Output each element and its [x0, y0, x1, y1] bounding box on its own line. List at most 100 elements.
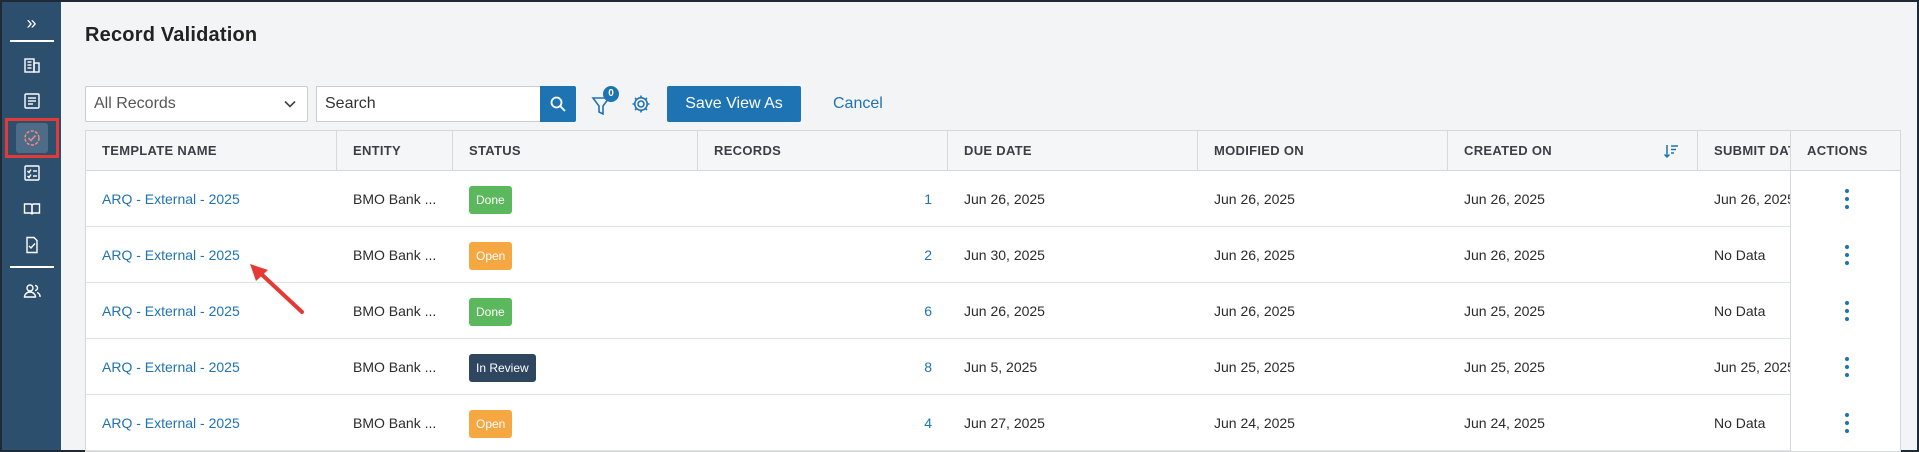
entity-cell: BMO Bank ... — [353, 247, 437, 263]
sidebar-divider — [10, 266, 54, 268]
book-icon — [23, 203, 40, 215]
status-cell: Done — [453, 171, 698, 227]
entity-cell: BMO Bank ... — [353, 191, 437, 207]
annotation-arrow — [250, 264, 304, 314]
status-cell: Done — [453, 283, 698, 339]
due-date-cell: Jun 5, 2025 — [964, 359, 1038, 375]
sidebar-item-list[interactable] — [2, 84, 61, 118]
submit-date-cell: Jun 25, 2025 — [1714, 359, 1790, 375]
records-count-link[interactable]: 6 — [698, 283, 948, 339]
column-header-records[interactable]: RECORDS — [698, 131, 948, 171]
modified-on-cell: Jun 26, 2025 — [1214, 191, 1295, 207]
sidebar-item-record-validation[interactable] — [16, 123, 48, 153]
entity-cell: BMO Bank ... — [353, 415, 437, 431]
validation-check-icon — [24, 130, 40, 146]
more-actions-icon[interactable] — [1837, 411, 1857, 435]
view-select[interactable]: All Records — [85, 86, 308, 122]
submit-date-cell: No Data — [1714, 415, 1766, 431]
created-on-cell: Jun 26, 2025 — [1464, 247, 1545, 263]
building-icon — [23, 58, 40, 73]
created-on-cell: Jun 25, 2025 — [1464, 359, 1545, 375]
status-cell: Open — [453, 395, 698, 451]
records-table: TEMPLATE NAME ENTITY STATUS RECORDS DUE … — [85, 130, 1901, 452]
column-header-template-name[interactable]: TEMPLATE NAME — [86, 131, 337, 171]
due-date-cell: Jun 26, 2025 — [964, 303, 1045, 319]
template-name-link[interactable]: ARQ - External - 2025 — [86, 339, 337, 395]
sort-descending-icon[interactable] — [1663, 143, 1679, 159]
sidebar-item-library[interactable] — [2, 192, 61, 226]
table-header: TEMPLATE NAME ENTITY STATUS RECORDS DUE … — [86, 131, 1900, 171]
more-actions-icon[interactable] — [1837, 187, 1857, 211]
sidebar-item-documents[interactable] — [2, 228, 61, 262]
filter-count-badge: 0 — [603, 86, 619, 102]
search-button[interactable] — [540, 86, 576, 122]
sidebar: » — [2, 2, 61, 450]
sidebar-item-users[interactable] — [2, 274, 61, 308]
cancel-button[interactable]: Cancel — [833, 86, 883, 122]
submit-date-cell: No Data — [1714, 247, 1766, 263]
modified-on-cell: Jun 24, 2025 — [1214, 415, 1295, 431]
search-input[interactable]: Search — [316, 86, 500, 122]
column-header-created-on[interactable]: CREATED ON — [1448, 131, 1698, 171]
table-row: ARQ - External - 2025 BMO Bank ... Open 4 Ju… — [86, 395, 1900, 451]
search-input-extension[interactable] — [500, 86, 540, 122]
due-date-cell: Jun 27, 2025 — [964, 415, 1045, 431]
sidebar-item-tasks[interactable] — [2, 156, 61, 190]
due-date-cell: Jun 26, 2025 — [964, 191, 1045, 207]
column-header-created-on-label: CREATED ON — [1464, 143, 1552, 158]
modified-on-cell: Jun 26, 2025 — [1214, 303, 1295, 319]
entity-cell: BMO Bank ... — [353, 359, 437, 375]
created-on-cell: Jun 24, 2025 — [1464, 415, 1545, 431]
status-badge: Open — [469, 410, 513, 439]
modified-on-cell: Jun 26, 2025 — [1214, 247, 1295, 263]
status-badge: In Review — [469, 354, 536, 383]
submit-date-cell: No Data — [1714, 303, 1766, 319]
column-header-due-date[interactable]: DUE DATE — [948, 131, 1198, 171]
list-icon — [23, 93, 40, 109]
column-header-entity[interactable]: ENTITY — [337, 131, 453, 171]
template-name-link[interactable]: ARQ - External - 2025 — [86, 395, 337, 451]
more-actions-icon[interactable] — [1837, 355, 1857, 379]
users-icon — [23, 284, 41, 298]
gear-icon[interactable] — [631, 94, 651, 114]
more-actions-icon[interactable] — [1837, 243, 1857, 267]
column-header-actions: ACTIONS — [1791, 131, 1900, 171]
document-check-icon — [25, 236, 38, 254]
template-name-link[interactable]: ARQ - External - 2025 — [86, 171, 337, 227]
table-row: ARQ - External - 2025 BMO Bank ... Done 6 Ju… — [86, 283, 1900, 339]
status-cell: In Review — [453, 339, 698, 395]
status-badge: Done — [469, 298, 512, 327]
column-header-submit-date[interactable]: SUBMIT DATE — [1698, 131, 1790, 171]
checklist-icon — [23, 165, 40, 181]
actions-column: ACTIONS — [1790, 131, 1900, 451]
sidebar-divider — [10, 40, 54, 42]
save-view-as-button[interactable]: Save View As — [667, 86, 801, 122]
search-icon — [550, 96, 566, 112]
sidebar-item-entities[interactable] — [2, 48, 61, 82]
more-actions-icon[interactable] — [1837, 299, 1857, 323]
table-row: ARQ - External - 2025 BMO Bank ... Open 2 Ju… — [86, 227, 1900, 283]
main-content: Record Validation All Records Search 0 S… — [61, 2, 1917, 452]
status-cell: Open — [453, 227, 698, 283]
records-count-link[interactable]: 8 — [698, 339, 948, 395]
page-title: Record Validation — [85, 24, 258, 46]
created-on-cell: Jun 26, 2025 — [1464, 191, 1545, 207]
records-count-link[interactable]: 4 — [698, 395, 948, 451]
table-row: ARQ - External - 2025 BMO Bank ... In Revi… — [86, 339, 1900, 395]
status-badge: Open — [469, 242, 513, 271]
table-row: ARQ - External - 2025 BMO Bank ... Done 1 Ju… — [86, 171, 1900, 227]
submit-date-cell: Jun 26, 2025 — [1714, 191, 1790, 207]
created-on-cell: Jun 25, 2025 — [1464, 303, 1545, 319]
expand-sidebar-icon[interactable]: » — [2, 10, 61, 36]
records-count-link[interactable]: 1 — [698, 171, 948, 227]
due-date-cell: Jun 30, 2025 — [964, 247, 1045, 263]
column-header-status[interactable]: STATUS — [453, 131, 698, 171]
view-select-value: All Records — [94, 95, 176, 112]
column-header-modified-on[interactable]: MODIFIED ON — [1198, 131, 1448, 171]
search-input-text: Search — [325, 95, 376, 112]
modified-on-cell: Jun 25, 2025 — [1214, 359, 1295, 375]
chevron-down-icon — [284, 100, 296, 108]
status-badge: Done — [469, 186, 512, 215]
records-count-link[interactable]: 2 — [698, 227, 948, 283]
entity-cell: BMO Bank ... — [353, 303, 437, 319]
